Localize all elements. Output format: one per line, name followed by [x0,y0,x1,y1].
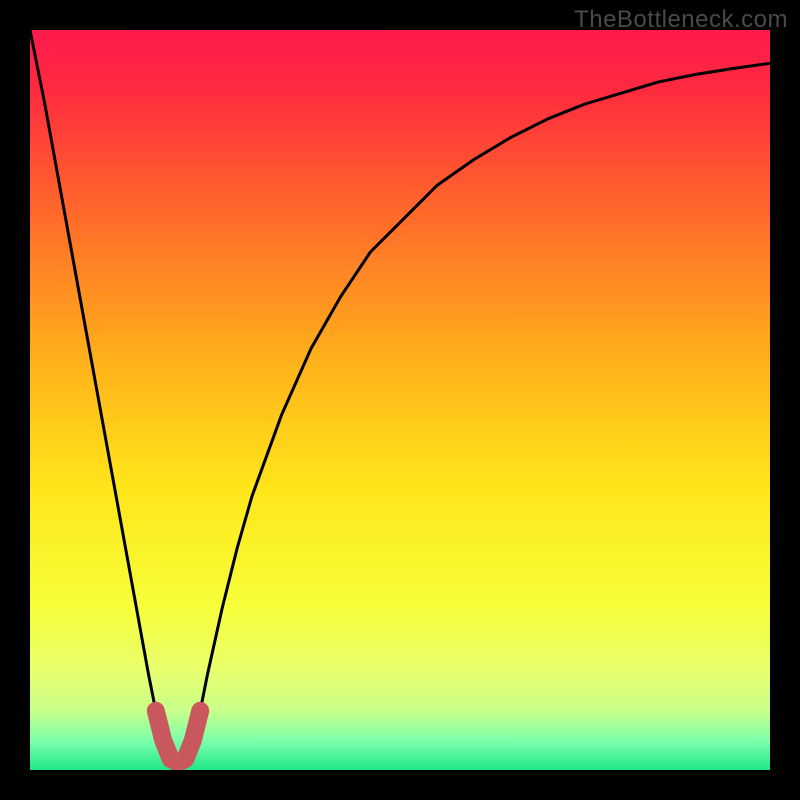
chart-frame: TheBottleneck.com [0,0,800,800]
plot-area [30,30,770,770]
bottleneck-chart [30,30,770,770]
gradient-background [30,30,770,770]
